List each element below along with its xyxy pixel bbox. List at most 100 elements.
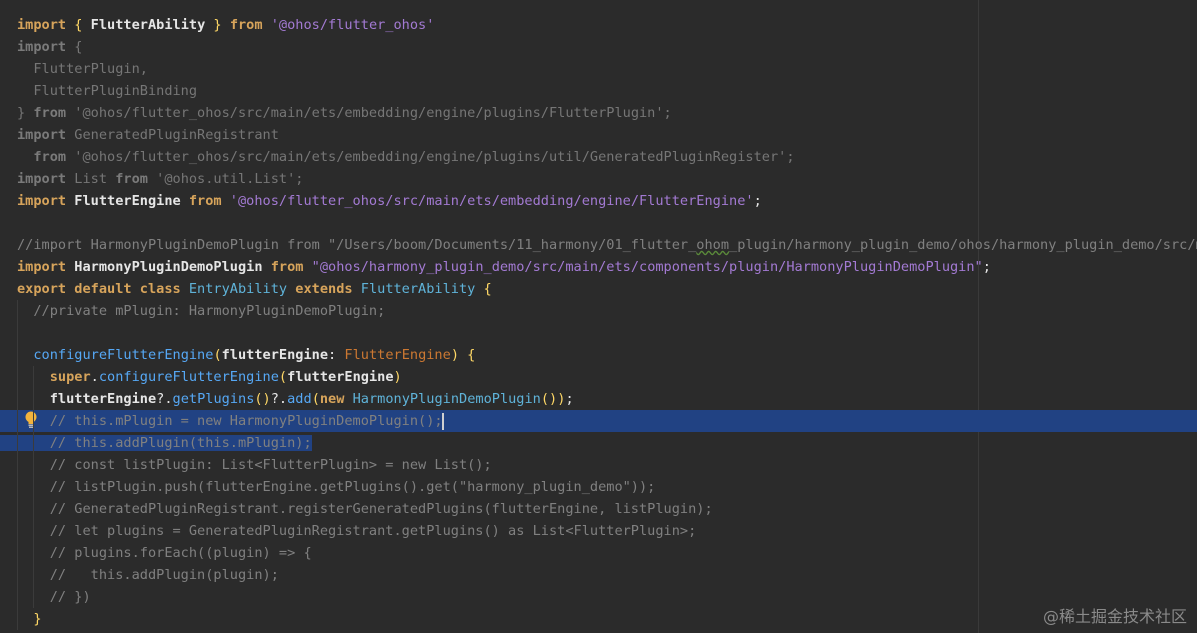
code-line[interactable]: // let plugins = GeneratedPluginRegistra… (0, 520, 1197, 542)
code-token: FlutterEngine (74, 193, 189, 209)
code-token: import (17, 259, 75, 275)
code-token: // let plugins = GeneratedPluginRegistra… (17, 523, 697, 539)
code-token: '@ohos.util.List'; (156, 171, 304, 187)
code-token: // GeneratedPluginRegistrant.registerGen… (17, 501, 713, 517)
code-line[interactable]: configureFlutterEngine(flutterEngine: Fl… (0, 344, 1197, 366)
code-token: HarmonyPluginDemoPlugin (74, 259, 271, 275)
code-line[interactable]: // this.mPlugin = new HarmonyPluginDemoP… (0, 410, 1197, 432)
code-line[interactable] (0, 322, 1197, 344)
code-token: '@ohos/flutter_ohos/src/main/ets/embeddi… (229, 193, 754, 209)
code-token: } (17, 105, 34, 121)
code-token: ) { (450, 347, 476, 363)
code-line[interactable]: import List from '@ohos.util.List'; (0, 168, 1197, 190)
code-token: ?. (156, 391, 173, 407)
code-token: '@ohos/flutter_ohos/src/main/ets/embeddi… (74, 105, 672, 121)
code-token: FlutterAbility (360, 281, 484, 297)
code-token: export default class (17, 281, 189, 297)
code-token: ( (278, 369, 288, 385)
code-token: add (287, 391, 312, 407)
code-token: GeneratedPluginRegistrant (74, 127, 279, 143)
code-token: // plugins.forEach((plugin) => { (17, 545, 312, 561)
code-token: "@ohos/harmony_plugin_demo/src/main/ets/… (311, 259, 983, 275)
code-token: from (33, 149, 75, 165)
code-token: from (270, 259, 312, 275)
code-token: List (74, 171, 116, 187)
code-line[interactable]: FlutterPlugin, (0, 58, 1197, 80)
code-line[interactable]: // }) (0, 586, 1197, 608)
code-line[interactable]: // listPlugin.push(flutterEngine.getPlug… (0, 476, 1197, 498)
code-token: // }) (17, 589, 91, 605)
code-line[interactable]: // GeneratedPluginRegistrant.registerGen… (0, 498, 1197, 520)
code-line[interactable] (0, 212, 1197, 234)
code-token: from (33, 105, 75, 121)
lightbulb-icon[interactable] (24, 410, 38, 430)
code-line[interactable]: //import HarmonyPluginDemoPlugin from "/… (0, 234, 1197, 256)
code-token: from (229, 17, 271, 33)
code-token: () (254, 391, 271, 407)
code-token: super (49, 369, 91, 385)
code-token: ( (213, 347, 222, 363)
code-line[interactable]: // const listPlugin: List<FlutterPlugin>… (0, 454, 1197, 476)
code-token: FlutterPluginBinding (17, 83, 198, 99)
code-token: HarmonyPluginDemoPlugin (352, 391, 541, 407)
code-token: ) (393, 369, 402, 385)
code-token: getPlugins (172, 391, 255, 407)
code-token: '@ohos/flutter_ohos' (270, 17, 435, 33)
code-token: ohom (696, 237, 730, 253)
code-line[interactable]: from '@ohos/flutter_ohos/src/main/ets/em… (0, 146, 1197, 168)
code-token: FlutterEngine (344, 347, 451, 363)
code-token: ( (311, 391, 320, 407)
code-token: // this.mPlugin = new HarmonyPluginDemoP… (17, 413, 443, 429)
code-token: { (74, 17, 91, 33)
code-line[interactable]: import { FlutterAbility } from '@ohos/fl… (0, 14, 1197, 36)
code-token: import (17, 127, 75, 143)
code-token: _plugin/harmony_plugin_demo/ohos/harmony… (729, 237, 1197, 253)
code-line[interactable]: flutterEngine?.getPlugins()?.add(new Har… (0, 388, 1197, 410)
code-token: import (17, 39, 75, 55)
code-token: ; (565, 391, 574, 407)
code-line[interactable]: import GeneratedPluginRegistrant (0, 124, 1197, 146)
code-line[interactable]: super.configureFlutterEngine(flutterEngi… (0, 366, 1197, 388)
code-line[interactable]: FlutterPluginBinding (0, 80, 1197, 102)
code-token: flutterEngine (221, 347, 329, 363)
watermark: @稀土掘金技术社区 (1042, 607, 1187, 626)
code-line[interactable]: // this.addPlugin(plugin); (0, 564, 1197, 586)
code-token: import (17, 171, 75, 187)
text-caret (441, 412, 444, 430)
code-area[interactable]: import { FlutterAbility } from '@ohos/fl… (0, 14, 1197, 630)
code-token: '@ohos/flutter_ohos/src/main/ets/embeddi… (74, 149, 795, 165)
code-line[interactable]: import { (0, 36, 1197, 58)
code-token: //private mPlugin: HarmonyPluginDemoPlug… (17, 303, 386, 319)
code-token: new (319, 391, 353, 407)
code-token: { (483, 281, 492, 297)
code-token: } (205, 17, 230, 33)
code-token: // listPlugin.push(flutterEngine.getPlug… (17, 479, 656, 495)
code-line[interactable]: import HarmonyPluginDemoPlugin from "@oh… (0, 256, 1197, 278)
code-token: FlutterAbility (90, 17, 206, 33)
code-token: : (328, 347, 345, 363)
code-line[interactable]: // this.addPlugin(this.mPlugin); (0, 432, 1197, 454)
code-token: ; (753, 193, 762, 209)
code-line[interactable]: } from '@ohos/flutter_ohos/src/main/ets/… (0, 102, 1197, 124)
indent-guide (33, 366, 34, 608)
code-line[interactable]: } (0, 608, 1197, 630)
code-token: // this.addPlugin(this.mPlugin); (17, 435, 312, 451)
code-token: // this.addPlugin(plugin); (17, 567, 279, 583)
code-token: import (17, 193, 75, 209)
code-token: from (188, 193, 230, 209)
code-token: flutterEngine (49, 391, 157, 407)
code-line[interactable]: //private mPlugin: HarmonyPluginDemoPlug… (0, 300, 1197, 322)
code-token: } (33, 611, 42, 627)
code-token: import (17, 17, 75, 33)
code-line[interactable]: import FlutterEngine from '@ohos/flutter… (0, 190, 1197, 212)
selection-highlight: // this.addPlugin(this.mPlugin); (0, 435, 312, 451)
code-line[interactable]: export default class EntryAbility extend… (0, 278, 1197, 300)
code-token: extends (295, 281, 361, 297)
code-token: ; (982, 259, 991, 275)
code-line[interactable]: // plugins.forEach((plugin) => { (0, 542, 1197, 564)
code-editor[interactable]: import { FlutterAbility } from '@ohos/fl… (0, 0, 1197, 633)
code-token: . (90, 369, 99, 385)
